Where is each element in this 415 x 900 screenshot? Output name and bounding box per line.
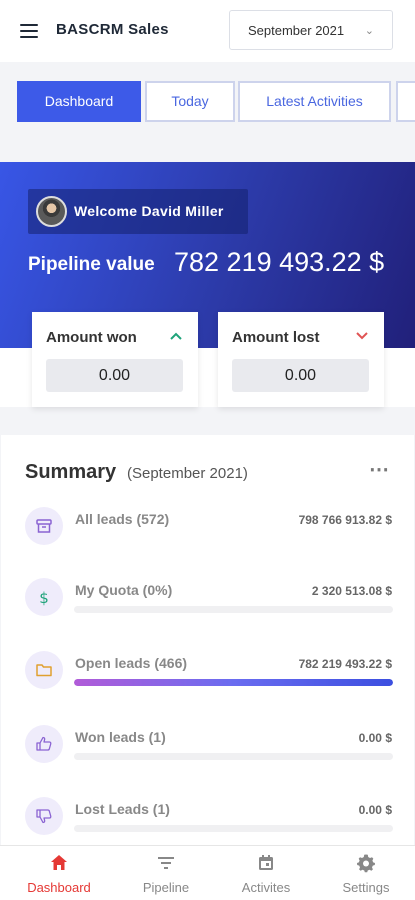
chevron-up-icon <box>170 328 182 343</box>
amount-lost-title: Amount lost <box>232 329 320 346</box>
nav-activities[interactable]: Activites <box>214 846 318 900</box>
svg-text:$: $ <box>39 589 49 606</box>
summary-period: (September 2021) <box>127 465 248 482</box>
gear-icon <box>357 854 375 873</box>
row-label: Won leads (1) <box>75 729 166 745</box>
summary-row-won-leads[interactable]: Won leads (1) 0.00 $ <box>1 725 414 785</box>
row-label: All leads (572) <box>75 511 170 527</box>
app-title: BASCRM Sales <box>56 21 169 38</box>
summary-row-my-quota[interactable]: $ My Quota (0%) 2 320 513.08 $ <box>1 578 414 638</box>
tab-latest-activities[interactable]: Latest Activities <box>238 81 391 122</box>
tab-dashboard[interactable]: Dashboard <box>17 81 141 122</box>
nav-dashboard[interactable]: Dashboard <box>7 846 111 900</box>
folder-icon <box>25 651 63 689</box>
home-icon <box>51 855 67 870</box>
pipeline-hero: Welcome David Miller Pipeline value 782 … <box>0 162 415 407</box>
bottom-navigation: Dashboard Pipeline Activites Settings <box>0 845 415 900</box>
amount-won-title: Amount won <box>46 329 137 346</box>
calendar-icon <box>259 855 273 870</box>
dollar-icon: $ <box>25 578 63 616</box>
row-value: 798 766 913.82 $ <box>298 513 392 527</box>
archive-icon <box>25 507 63 545</box>
more-options-icon[interactable]: ⋯ <box>369 457 390 482</box>
tab-today[interactable]: Today <box>145 81 235 122</box>
row-value: 2 320 513.08 $ <box>311 584 392 598</box>
pipeline-label: Pipeline value <box>28 254 155 275</box>
row-label: My Quota (0%) <box>75 582 173 598</box>
summary-title: Summary <box>25 461 117 483</box>
avatar <box>36 196 67 227</box>
chevron-down-icon <box>356 328 368 343</box>
nav-pipeline[interactable]: Pipeline <box>114 846 218 900</box>
amount-won-card[interactable]: Amount won 0.00 <box>32 312 198 407</box>
summary-row-open-leads[interactable]: Open leads (466) 782 219 493.22 $ <box>1 651 414 711</box>
tab-bar: Dashboard Today Latest Activities <box>0 62 415 142</box>
row-label: Open leads (466) <box>75 655 188 671</box>
progress-fill <box>74 679 393 686</box>
row-value: 0.00 $ <box>358 731 392 745</box>
row-label: Lost Leads (1) <box>75 801 170 817</box>
nav-label: Dashboard <box>27 880 91 895</box>
won-leads-progress-bar <box>74 753 393 760</box>
month-select-value: September 2021 <box>248 23 345 38</box>
summary-row-all-leads[interactable]: All leads (572) 798 766 913.82 $ <box>1 507 414 567</box>
nav-settings[interactable]: Settings <box>314 846 415 900</box>
app-bar: BASCRM Sales September 2021 ⌄ <box>0 0 415 62</box>
thumbs-down-icon <box>25 797 63 835</box>
nav-label: Pipeline <box>142 880 190 895</box>
summary-row-lost-leads[interactable]: Lost Leads (1) 0.00 $ <box>1 797 414 845</box>
amount-won-value: 0.00 <box>46 359 183 392</box>
thumbs-up-icon <box>25 725 63 763</box>
amount-lost-card[interactable]: Amount lost 0.00 <box>218 312 384 407</box>
welcome-text: Welcome David Miller <box>74 203 224 219</box>
open-leads-progress-bar <box>74 679 393 686</box>
filter-icon <box>158 857 174 869</box>
hamburger-icon[interactable] <box>20 24 38 38</box>
quota-progress-bar <box>74 606 393 613</box>
summary-card: Summary (September 2021) ⋯ All leads (57… <box>1 435 414 845</box>
month-select[interactable]: September 2021 ⌄ <box>229 10 393 50</box>
row-value: 0.00 $ <box>358 803 392 817</box>
tab-overflow-edge[interactable] <box>396 81 415 122</box>
welcome-banner: Welcome David Miller <box>28 189 248 234</box>
amount-lost-value: 0.00 <box>232 359 369 392</box>
pipeline-value: 782 219 493.22 $ <box>174 247 385 277</box>
row-value: 782 219 493.22 $ <box>298 657 392 671</box>
nav-label: Activites <box>241 880 291 895</box>
lost-leads-progress-bar <box>74 825 393 832</box>
chevron-down-icon: ⌄ <box>364 25 374 37</box>
nav-label: Settings <box>342 880 390 895</box>
